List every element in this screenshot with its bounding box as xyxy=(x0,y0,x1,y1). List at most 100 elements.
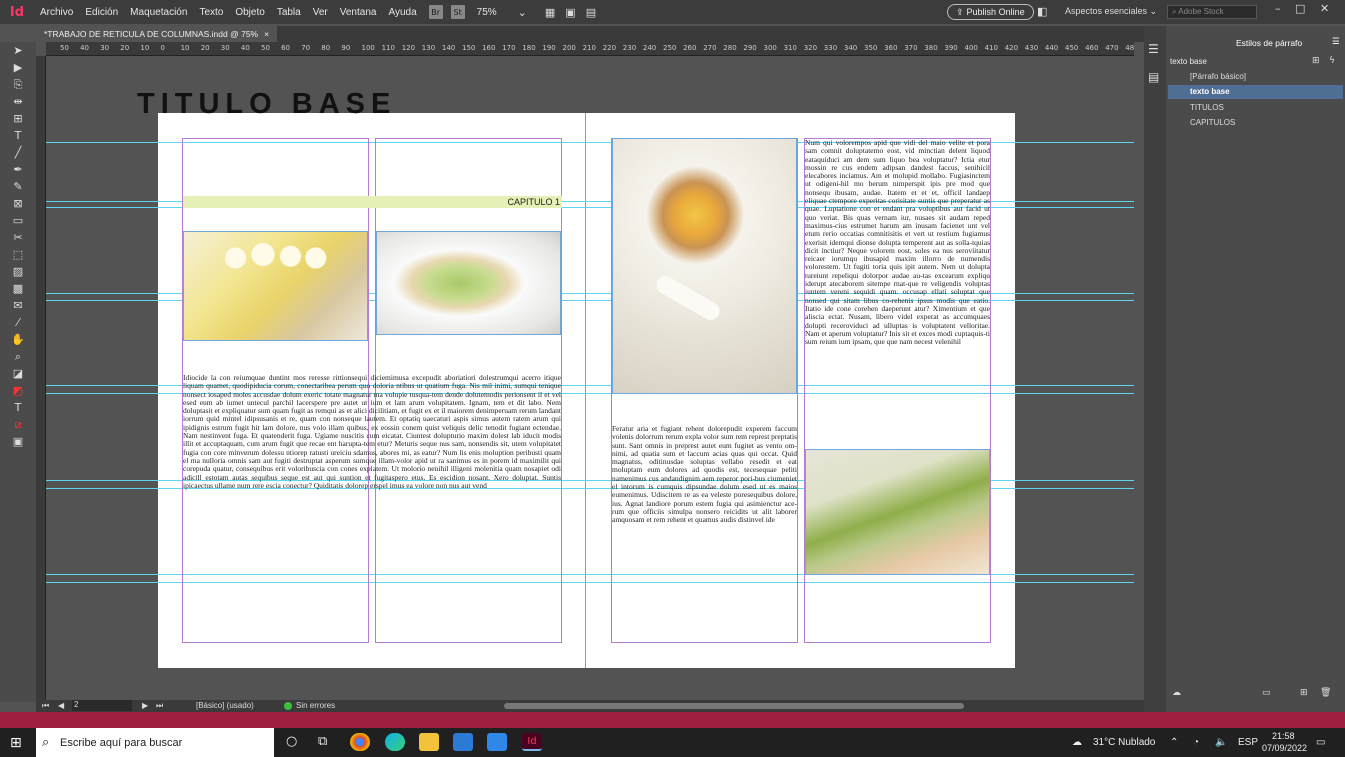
apply-none-icon[interactable]: ⧄ xyxy=(8,416,28,433)
weather-text[interactable]: 31°C Nublado xyxy=(1093,737,1155,748)
tray-chevron-icon[interactable]: ⌃ xyxy=(1170,737,1178,748)
last-page-icon[interactable]: ⏭ xyxy=(156,701,163,711)
page-number-field[interactable]: 2 xyxy=(72,700,132,711)
clock-date[interactable]: 07/09/2022 xyxy=(1262,743,1307,753)
tart-image[interactable] xyxy=(612,138,797,394)
menu-ayuda[interactable]: Ayuda xyxy=(382,7,422,18)
menu-maquetacion[interactable]: Maquetación xyxy=(124,7,193,18)
content-collector-icon[interactable]: ⊞ xyxy=(8,110,28,127)
zoom-level[interactable]: 75% xyxy=(471,7,503,18)
windows-start-icon[interactable]: ⊞ xyxy=(10,735,22,751)
panel-title[interactable]: Estilos de párrafo xyxy=(1236,38,1302,48)
clock-time[interactable]: 21:58 xyxy=(1272,731,1295,741)
comments-icon[interactable]: ▤ xyxy=(1148,70,1159,84)
folder-icon[interactable]: ▭ xyxy=(1262,688,1271,698)
cake-image-2[interactable] xyxy=(376,231,561,335)
menu-texto[interactable]: Texto xyxy=(193,7,229,18)
rectangle-tool-icon[interactable]: ▭ xyxy=(8,212,28,229)
panel-menu-icon[interactable]: ☰ xyxy=(1332,36,1340,47)
new-style-group-icon[interactable]: ⊞ xyxy=(1312,56,1320,66)
taskbar-search-input[interactable]: ⌕ Escribe aquí para buscar xyxy=(36,728,274,757)
stock-button[interactable]: St xyxy=(450,5,465,19)
right-bottom-text[interactable]: Feratur aria et fugiant rehent dolorepud… xyxy=(612,425,797,547)
indesign-taskbar-icon[interactable]: Id xyxy=(522,733,542,751)
menu-objeto[interactable]: Objeto xyxy=(229,7,270,18)
file-explorer-icon[interactable] xyxy=(419,733,439,751)
preflight-status[interactable]: Sin errores xyxy=(296,701,335,710)
cloud-icon[interactable]: ☁ xyxy=(1172,688,1181,698)
page-tool-icon[interactable]: ⎘ xyxy=(8,76,28,93)
pen-tool-icon[interactable]: ✒ xyxy=(8,161,28,178)
workspace-switcher[interactable]: Aspectos esenciales ⌄ xyxy=(1065,6,1157,17)
close-window-icon[interactable]: ✕ xyxy=(1320,2,1329,15)
task-view-icon[interactable]: ⧉ xyxy=(318,734,327,749)
view-options-icon[interactable]: ▦ xyxy=(540,6,560,19)
style-basic-paragraph[interactable]: [Párrafo básico] xyxy=(1168,70,1343,84)
cake-image-1[interactable] xyxy=(183,231,368,341)
gap-tool-icon[interactable]: ⇹ xyxy=(8,93,28,110)
menu-ver[interactable]: Ver xyxy=(307,7,334,18)
share-document-icon[interactable]: ◧ xyxy=(1032,5,1052,18)
style-capitulos[interactable]: CAPITULOS xyxy=(1168,116,1343,130)
edge-icon[interactable] xyxy=(385,733,405,751)
mail-icon[interactable] xyxy=(487,733,507,751)
lightning-icon[interactable]: ϟ xyxy=(1329,56,1335,66)
minimize-icon[interactable]: – xyxy=(1275,2,1281,15)
screen-mode-icon[interactable]: ▣ xyxy=(560,6,580,19)
scissors-tool-icon[interactable]: ✂ xyxy=(8,229,28,246)
rectangle-frame-tool-icon[interactable]: ⊠ xyxy=(8,195,28,212)
pages-icon[interactable]: ☰ xyxy=(1148,42,1159,56)
horizontal-scrollbar[interactable] xyxy=(504,703,964,709)
style-titulos[interactable]: TITULOS xyxy=(1168,101,1343,115)
direct-selection-tool-icon[interactable]: ▶ xyxy=(8,59,28,76)
free-transform-tool-icon[interactable]: ⬚ xyxy=(8,246,28,263)
menu-tabla[interactable]: Tabla xyxy=(271,7,307,18)
stock-search-input[interactable]: ⌕ Adobe Stock xyxy=(1167,5,1257,19)
volume-icon[interactable]: 🔈 xyxy=(1215,737,1227,748)
document-canvas[interactable]: TITULO BASE CAPITULO 1 Idiocide la con r… xyxy=(46,56,1134,700)
arrange-documents-icon[interactable]: ▤ xyxy=(581,6,601,19)
chapter-label[interactable]: CAPITULO 1 xyxy=(183,196,562,208)
close-icon[interactable]: × xyxy=(264,29,269,39)
delete-icon[interactable]: 🗑 xyxy=(1320,688,1331,698)
network-icon[interactable]: ◔ xyxy=(1193,737,1199,748)
prev-page-icon[interactable]: ◀ xyxy=(58,701,64,710)
bridge-button[interactable]: Br xyxy=(428,5,443,19)
menu-ventana[interactable]: Ventana xyxy=(334,7,383,18)
note-tool-icon[interactable]: ✉ xyxy=(8,297,28,314)
fill-stroke-icon[interactable]: ◩ xyxy=(8,382,28,399)
eyedropper-tool-icon[interactable]: ⁄ xyxy=(8,314,28,331)
cortana-icon[interactable]: ○ xyxy=(286,734,297,749)
new-style-icon[interactable]: ⊞ xyxy=(1300,688,1308,698)
pencil-tool-icon[interactable]: ✎ xyxy=(8,178,28,195)
store-icon[interactable] xyxy=(453,733,473,751)
language-indicator[interactable]: ESP xyxy=(1238,737,1258,748)
screen-mode-tool-icon[interactable]: ▣ xyxy=(8,433,28,450)
weather-icon[interactable]: ☁ xyxy=(1072,737,1082,748)
line-tool-icon[interactable]: ╱ xyxy=(8,144,28,161)
hand-tool-icon[interactable]: ✋ xyxy=(8,331,28,348)
style-status[interactable]: [Básico] (usado) xyxy=(196,701,254,710)
zoom-tool-icon[interactable]: ⌕ xyxy=(8,348,28,365)
gradient-feather-icon[interactable]: ▩ xyxy=(8,280,28,297)
style-texto-base[interactable]: texto base xyxy=(1168,85,1343,99)
gradient-tool-icon[interactable]: ▨ xyxy=(8,263,28,280)
notifications-icon[interactable]: ▭ xyxy=(1316,737,1325,748)
first-page-icon[interactable]: ⏮ xyxy=(42,701,49,711)
formatting-affects-icon[interactable]: T xyxy=(8,399,28,416)
menu-archivo[interactable]: Archivo xyxy=(34,7,79,18)
menu-edicion[interactable]: Edición xyxy=(79,7,124,18)
chevron-down-icon[interactable]: ⌄ xyxy=(513,6,532,19)
publish-online-button[interactable]: ⇪ Publish Online xyxy=(947,4,1034,20)
type-tool-icon[interactable]: T xyxy=(8,127,28,144)
selection-tool-icon[interactable]: ➤ xyxy=(8,42,28,59)
chrome-icon[interactable] xyxy=(350,733,370,751)
next-page-icon[interactable]: ▶ xyxy=(142,701,148,710)
default-colors-icon[interactable]: ◪ xyxy=(8,365,28,382)
maximize-icon[interactable]: □ xyxy=(1295,2,1305,15)
matcha-cake-image[interactable] xyxy=(805,449,990,575)
left-body-text[interactable]: Idiocide la con reiumquae duntint mos re… xyxy=(183,374,561,537)
document-tab[interactable]: *TRABAJO DE RETICULA DE COLUMNAS.indd @ … xyxy=(36,26,278,42)
page-title[interactable]: TITULO BASE xyxy=(137,88,396,121)
right-column-text[interactable]: Num qui volorempos apid que vidi del mai… xyxy=(805,139,990,377)
